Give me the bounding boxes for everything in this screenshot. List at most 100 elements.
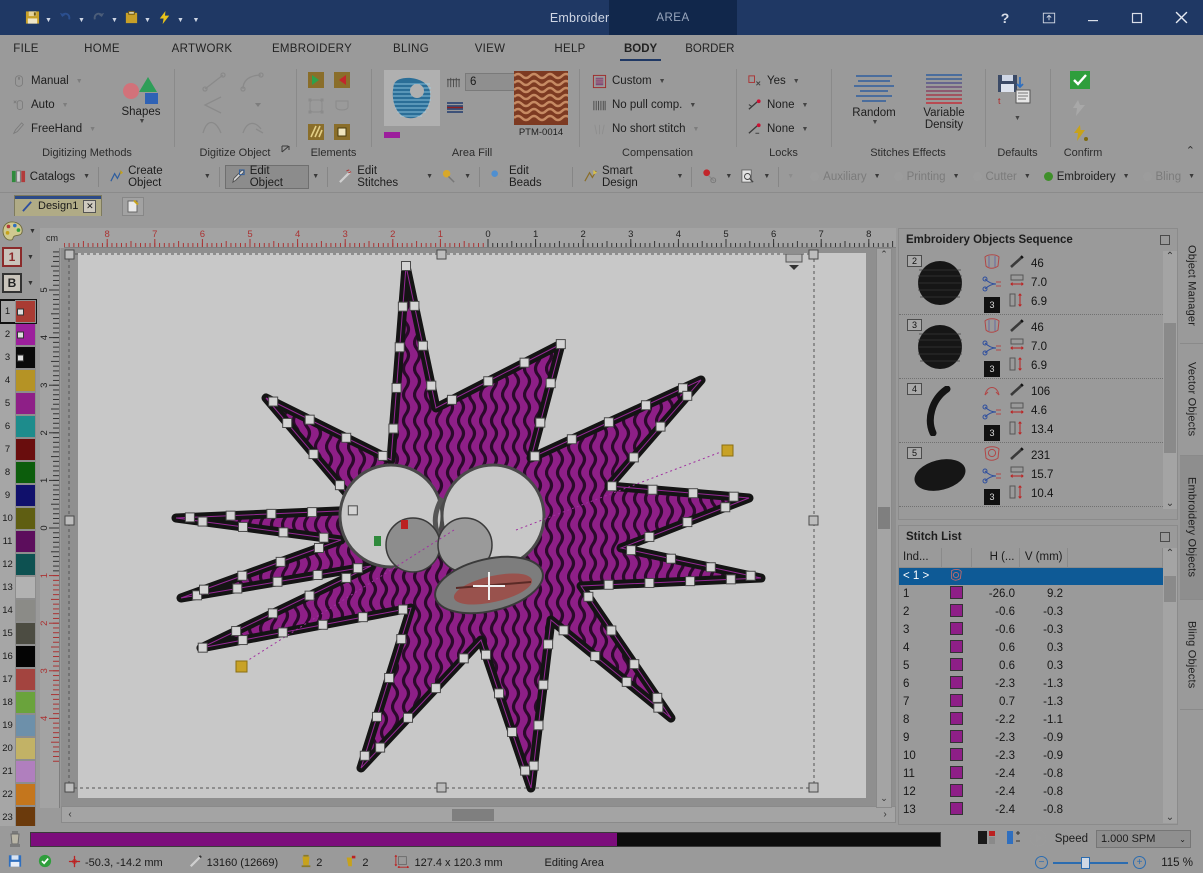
menu-item-help[interactable]: HELP [530, 35, 610, 63]
play-icon[interactable] [1029, 828, 1047, 850]
close-button[interactable] [1159, 0, 1203, 35]
shape-node-handle[interactable] [628, 452, 639, 463]
shape-node-handle[interactable] [199, 584, 210, 595]
smart-design-button[interactable]: Smart Design [578, 165, 674, 189]
shape-node-handle[interactable] [640, 400, 651, 411]
palette-swatch-color[interactable] [15, 760, 36, 783]
palette-swatch[interactable]: 11 [0, 530, 36, 553]
apply-button[interactable] [1069, 70, 1091, 93]
shape-node-handle[interactable] [606, 481, 617, 492]
shape-node-handle[interactable] [359, 750, 370, 761]
shape-node-handle[interactable] [644, 531, 655, 542]
shape-node-handle[interactable] [391, 382, 402, 393]
hoop-icon[interactable] [977, 829, 997, 850]
shape-node-handle[interactable] [238, 521, 249, 532]
maximize-button[interactable] [1115, 0, 1159, 35]
shape-node-handle[interactable] [519, 357, 530, 368]
pattern-swatch[interactable]: PTM-0014 [513, 71, 571, 138]
tab-border[interactable]: BORDER [671, 35, 748, 63]
sequence-row[interactable]: 3 3 46 7.0 6.9 [899, 315, 1163, 379]
sequence-scroll-down[interactable]: ⌄ [1163, 498, 1177, 509]
vtab-bling-objects[interactable]: Bling Objects [1180, 600, 1203, 710]
freehand-digitize-button[interactable]: FreeHand ▼ [12, 117, 96, 141]
shape-node-handle[interactable] [682, 390, 693, 401]
trim-icon[interactable] [982, 468, 1002, 487]
thread-color-bar[interactable]: Speed 1.000 SPM ⌄ [0, 826, 1203, 852]
new-document-tab[interactable] [122, 197, 144, 216]
palette-swatch-color[interactable] [15, 392, 36, 415]
trim-icon[interactable] [982, 404, 1002, 423]
shape-node-handle[interactable] [377, 450, 388, 461]
canvas-vertical-scrollbar[interactable]: ⌃ ⌄ [876, 248, 892, 808]
shape-node-handle[interactable] [538, 679, 549, 690]
stitch-row[interactable]: 3 -0.6 -0.3 [899, 621, 1163, 639]
shape-node-handle[interactable] [277, 627, 288, 638]
menu-item-embroidery[interactable]: EMBROIDERY [252, 35, 372, 63]
palette-swatch[interactable]: 5 [0, 392, 36, 415]
palette-swatch[interactable]: 13 [0, 576, 36, 599]
auto-digitize-button[interactable]: Auto ▼ [12, 93, 96, 117]
shape-node-handle[interactable] [394, 342, 405, 353]
zoom-out-button[interactable]: − [1035, 856, 1048, 869]
shape-node-handle[interactable] [371, 711, 382, 722]
machine-bling[interactable]: Bling ▼ [1138, 165, 1203, 189]
context-tabs[interactable]: BODY BORDER [610, 35, 748, 63]
object-type-icon[interactable] [982, 381, 1002, 402]
stitch-row[interactable]: 7 0.7 -1.3 [899, 693, 1163, 711]
embroidery-caret[interactable]: ▼ [1120, 173, 1133, 180]
cutter-caret[interactable]: ▼ [1021, 173, 1034, 180]
vtab-vector-objects[interactable]: Vector Objects [1180, 344, 1203, 456]
shape-node-handle[interactable] [483, 376, 494, 387]
shape-node-handle[interactable] [388, 423, 399, 434]
shape-node-handle[interactable] [304, 590, 315, 601]
scroll-down-icon[interactable]: ⌄ [877, 793, 891, 807]
active-bobbin-selector[interactable]: B ▼ [0, 270, 40, 296]
clipboard-dropdown-caret[interactable]: ▼ [142, 6, 153, 30]
shape-node-handle[interactable] [606, 625, 617, 636]
shape-node-handle[interactable] [417, 340, 428, 351]
shape-node-handle[interactable] [590, 651, 601, 662]
freehand-dropdown-caret[interactable]: ▼ [89, 126, 96, 133]
scroll-left-icon[interactable]: ‹ [62, 809, 78, 820]
auto-dropdown-caret[interactable]: ▼ [62, 102, 69, 109]
shape-node-handle[interactable] [653, 702, 664, 713]
palette-swatch[interactable]: 14 [0, 599, 36, 622]
zoom-in-button[interactable]: + [1133, 856, 1146, 869]
validation-status[interactable] [30, 852, 60, 873]
bobbin-caret[interactable]: ▼ [27, 280, 34, 287]
stitch-row[interactable]: 13 -2.4 -0.8 [899, 801, 1163, 819]
palette-swatch-color[interactable] [15, 599, 36, 622]
color-segment-1[interactable] [31, 832, 617, 846]
fill-color-chip[interactable] [384, 132, 400, 138]
canvas-horizontal-scrollbar[interactable]: ‹ › [61, 806, 896, 823]
ribbon-collapse-caret[interactable]: ⌃ [1186, 144, 1195, 157]
shape-node-handle[interactable] [341, 572, 352, 583]
stitch-row[interactable]: 1 -26.0 9.2 [899, 585, 1163, 603]
shape-node-handle[interactable] [426, 380, 437, 391]
color-slot-badge[interactable]: 3 [984, 296, 1000, 313]
palette-swatch-list[interactable]: 1234567891011121314151617181920212223.. [0, 299, 37, 840]
stitch-row[interactable]: 8 -2.2 -1.1 [899, 711, 1163, 729]
shape-node-handle[interactable] [647, 484, 658, 495]
help-button[interactable]: ? [983, 0, 1027, 35]
stitch-row[interactable]: 9 -2.3 -0.9 [899, 729, 1163, 747]
shape-node-handle[interactable] [652, 692, 663, 703]
active-needle-selector[interactable]: 1 ▼ [0, 244, 40, 270]
palette-swatch[interactable]: 2 [0, 323, 36, 346]
palette-swatch[interactable]: 17 [0, 668, 36, 691]
palette-swatch[interactable]: 16 [0, 645, 36, 668]
shape-node-handle[interactable] [278, 527, 289, 538]
shape-node-handle[interactable] [555, 339, 566, 350]
color-slot-badge[interactable]: 3 [984, 424, 1000, 441]
stitch-row[interactable]: 12 -2.4 -0.8 [899, 783, 1163, 801]
clipboard-icon[interactable] [121, 6, 141, 30]
shape-node-handle[interactable] [341, 432, 352, 443]
fill-type-preview[interactable] [384, 70, 440, 138]
palette-swatch-color[interactable] [15, 484, 36, 507]
shape-node-handle[interactable] [603, 417, 614, 428]
vtab-embroidery-objects[interactable]: Embroidery Objects [1180, 456, 1203, 600]
vscroll-thumb[interactable] [878, 507, 890, 529]
column-v[interactable]: V (mm) [1019, 548, 1068, 568]
document-tab-bar[interactable]: Design1 ✕ [0, 193, 1203, 218]
shape-node-handle[interactable] [682, 517, 693, 528]
